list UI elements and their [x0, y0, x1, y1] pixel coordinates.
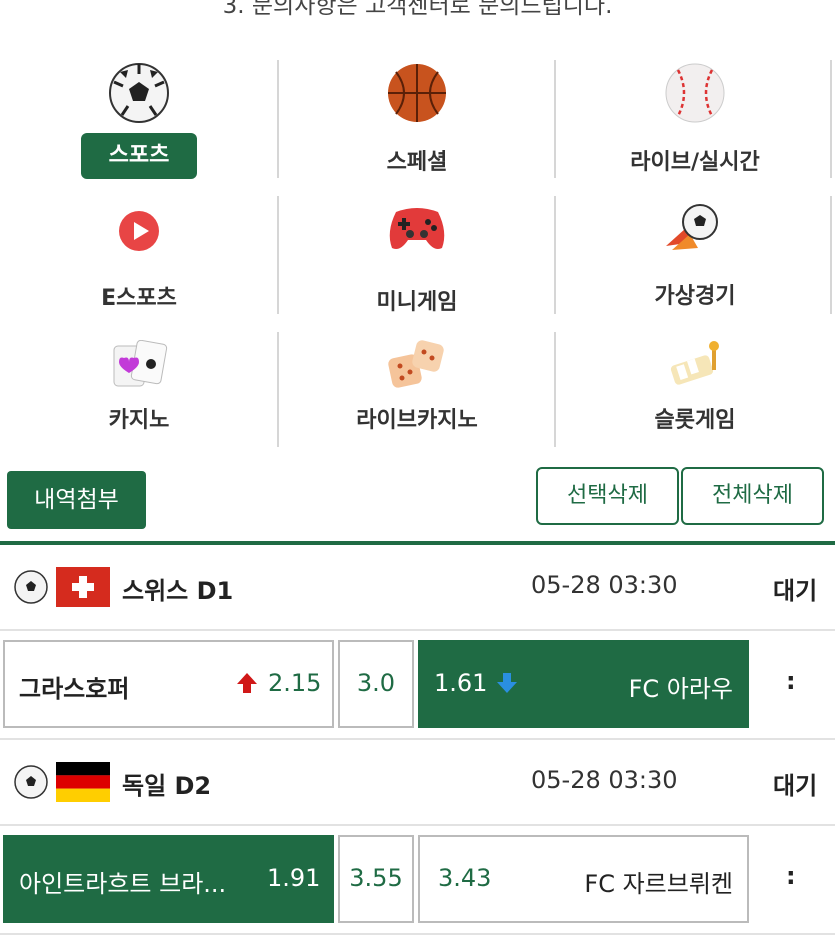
category-label: 슬롯게임	[654, 408, 736, 433]
row-divider	[0, 933, 835, 935]
soccer-ball-icon	[109, 63, 169, 123]
germany-flag-icon	[56, 762, 110, 802]
category-label: E스포츠	[101, 286, 177, 311]
away-odds-value: 3.43	[438, 864, 492, 892]
arrow-down-icon	[497, 673, 517, 693]
league-header: 독일 D2 05-28 03:30 대기	[0, 740, 835, 826]
delete-all-button[interactable]: 전체삭제	[681, 467, 824, 525]
match-status: 대기	[773, 577, 818, 605]
play-icon	[119, 211, 159, 251]
slot-icon	[670, 341, 719, 385]
draw-odds-button[interactable]: 3.55	[338, 835, 414, 923]
draw-odds-button[interactable]: 3.0	[338, 640, 414, 728]
switzerland-flag-icon	[56, 567, 110, 607]
away-odds-value: 1.61	[434, 669, 488, 697]
category-label: 라이브카지노	[356, 408, 478, 433]
category-label: 가상경기	[654, 284, 736, 309]
cards-icon	[113, 340, 168, 387]
category-label: 스포츠	[81, 133, 197, 179]
draw-odds-value: 3.0	[356, 669, 396, 697]
category-casino[interactable]: 카지노	[0, 324, 278, 454]
delete-selected-button[interactable]: 선택삭제	[536, 467, 679, 525]
home-odds-value: 1.91	[267, 864, 321, 892]
category-label: 스페셜	[386, 150, 448, 175]
more-options-button[interactable]: :	[786, 862, 796, 890]
category-grid: 스포츠 스페셜 라이브/실시간 E스포츠 미니게임 가상경기 카지노 라이브카지…	[0, 52, 835, 452]
category-live[interactable]: 라이브/실시간	[556, 52, 834, 182]
baseball-icon	[665, 63, 725, 123]
dice-icon	[388, 340, 444, 388]
category-minigame[interactable]: 미니게임	[278, 188, 556, 318]
attach-history-button[interactable]: 내역첨부	[7, 471, 146, 529]
home-odds-button[interactable]: 그라스호퍼 2.15	[3, 640, 334, 728]
away-odds-button[interactable]: 1.61 FC 아라우	[418, 640, 749, 728]
league-name: 독일 D2	[122, 772, 212, 800]
arrow-up-icon	[237, 673, 257, 693]
category-virtual[interactable]: 가상경기	[556, 188, 834, 318]
category-live-casino[interactable]: 라이브카지노	[278, 324, 556, 454]
category-esports[interactable]: E스포츠	[0, 188, 278, 318]
soccer-ball-icon	[14, 570, 48, 604]
match-status: 대기	[773, 772, 818, 800]
away-team-name: FC 자르브뤼켄	[584, 870, 733, 898]
category-sports[interactable]: 스포츠	[0, 52, 278, 182]
row-divider	[0, 824, 835, 826]
category-label: 미니게임	[376, 290, 458, 315]
gamepad-icon	[389, 208, 445, 249]
home-team-name: 그라스호퍼	[19, 675, 130, 703]
more-options-button[interactable]: :	[786, 667, 796, 695]
home-odds-button[interactable]: 아인트라흐트 브라... 1.91	[3, 835, 334, 923]
match-time: 05-28 03:30	[531, 766, 678, 794]
away-team-name: FC 아라우	[628, 675, 733, 703]
category-label: 라이브/실시간	[630, 150, 760, 175]
away-odds-button[interactable]: 3.43 FC 자르브뤼켄	[418, 835, 749, 923]
virtual-soccer-icon	[666, 204, 718, 250]
category-slot[interactable]: 슬롯게임	[556, 324, 834, 454]
basketball-icon	[388, 64, 446, 122]
match-time: 05-28 03:30	[531, 571, 678, 599]
home-odds-value: 2.15	[268, 669, 322, 697]
soccer-ball-icon	[14, 765, 48, 799]
category-label: 카지노	[108, 408, 170, 433]
league-name: 스위스 D1	[122, 577, 234, 605]
league-header: 스위스 D1 05-28 03:30 대기	[0, 545, 835, 631]
category-special[interactable]: 스페셜	[278, 52, 556, 182]
draw-odds-value: 3.55	[349, 864, 403, 892]
notice-text: 3. 문의사항은 고객센터로 문의드립니다.	[222, 0, 613, 19]
row-divider	[0, 629, 835, 631]
home-team-name: 아인트라흐트 브라...	[19, 870, 227, 898]
